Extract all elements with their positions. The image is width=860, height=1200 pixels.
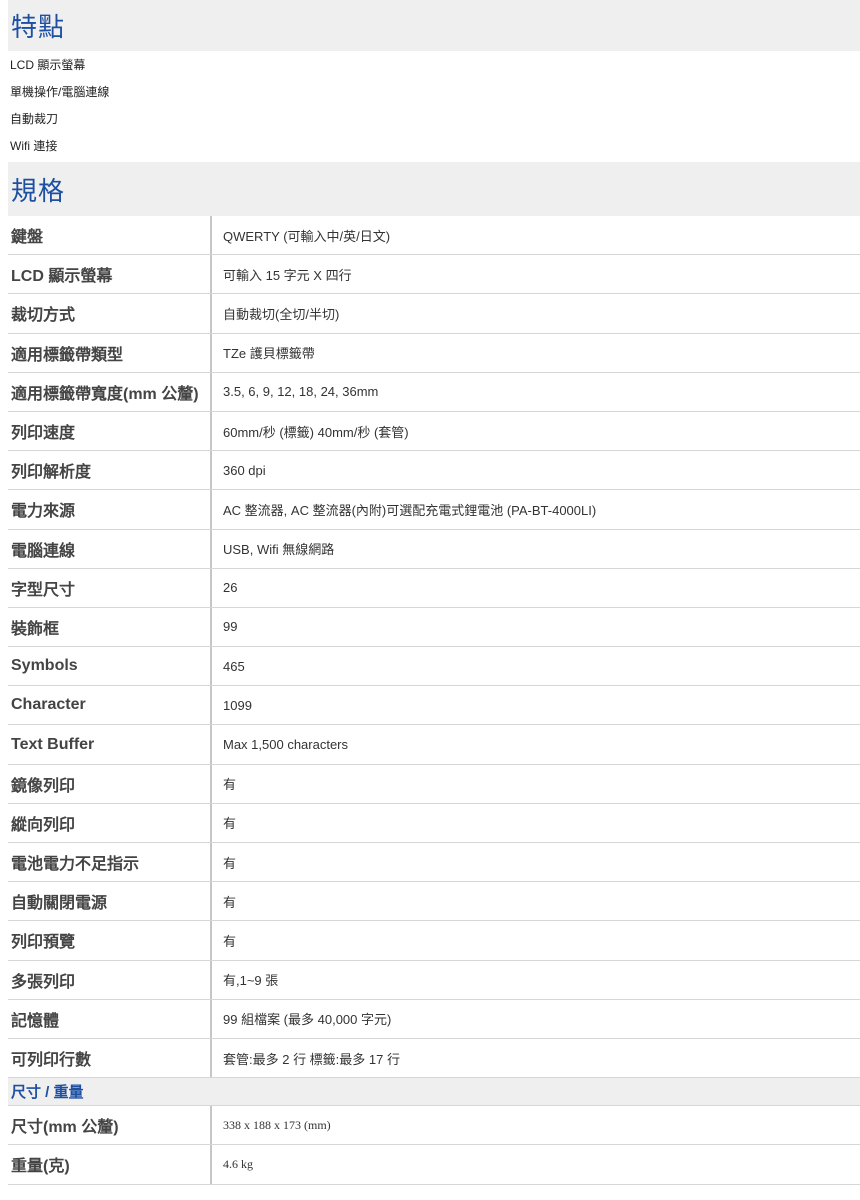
- table-row: 列印預覽有: [8, 921, 860, 961]
- spec-label: 重量(克): [8, 1145, 212, 1184]
- table-row: 裝飾框 99: [8, 607, 860, 648]
- spec-label: 字型尺寸: [8, 568, 212, 607]
- feature-item: 單機操作/電腦連線: [10, 85, 110, 99]
- table-row: 縱向列印有: [8, 803, 860, 843]
- spec-label: Text Buffer: [8, 725, 212, 764]
- spec-label: 鏡像列印: [8, 764, 212, 803]
- spec-value: 99 組檔案 (最多 40,000 字元): [223, 1012, 392, 1028]
- spec-label: 電池電力不足指示: [8, 843, 212, 882]
- spec-label: 列印預覽: [8, 921, 212, 960]
- feature-item: LCD 顯示螢幕: [10, 58, 86, 72]
- dimensions-title: 尺寸 / 重量: [11, 1084, 84, 1102]
- features-title: 特點: [11, 12, 66, 42]
- spec-label: 電力來源: [8, 490, 212, 529]
- table-row: 裁切方式 自動裁切(全切/半切): [8, 294, 860, 334]
- table-row: 重量(克) 4.6 kg: [8, 1145, 860, 1185]
- spec-value: 360 dpi: [223, 462, 266, 478]
- spec-label: Symbols: [8, 647, 212, 686]
- table-row: 列印解析度 360 dpi: [8, 451, 860, 491]
- table-row: 鍵盤 QWERTY (可輸入中/英/日文): [8, 216, 860, 256]
- spec-value: 自動裁切(全切/半切): [223, 306, 340, 322]
- table-row: 電力來源 AC 整流器, AC 整流器(內附)可選配充電式鋰電池 (PA-BT-4…: [8, 490, 860, 530]
- table-row: 電池電力不足指示有: [8, 843, 860, 883]
- specs-header: 規格: [8, 162, 860, 216]
- table-row: 適用標籤帶寬度(mm 公釐) 3.5, 6, 9, 12, 18, 24, 36m…: [8, 372, 860, 412]
- spec-page: 特點 LCD 顯示螢幕 單機操作/電腦連線 自動裁刀 Wifi 連接 規格 鍵盤…: [8, 0, 860, 1185]
- spec-value: 26: [223, 580, 238, 596]
- feature-item: 自動裁刀: [10, 112, 59, 126]
- spec-label: LCD 顯示螢幕: [8, 255, 212, 294]
- spec-value: 有: [223, 933, 237, 949]
- spec-value: 有: [223, 816, 237, 832]
- table-row: 記憶體 99 組檔案 (最多 40,000 字元): [8, 999, 860, 1039]
- spec-value: USB, Wifi 無線網路: [223, 542, 335, 558]
- spec-value: 有,1~9 張: [223, 973, 279, 989]
- table-row: Character 1099: [8, 686, 860, 726]
- spec-value: 338 x 188 x 173 (mm): [223, 1117, 331, 1132]
- spec-label: 記憶體: [8, 999, 212, 1038]
- specs-table: 鍵盤 QWERTY (可輸入中/英/日文) LCD 顯示螢幕 可輸入 15 字元 X…: [8, 216, 860, 1079]
- spec-label: 可列印行數: [8, 1038, 212, 1078]
- spec-value: 4.6 kg: [223, 1156, 253, 1171]
- table-row: Text Buffer Max 1,500 characters: [8, 725, 860, 765]
- spec-value: TZe 護貝標籤帶: [223, 346, 315, 362]
- spec-value: 有: [223, 777, 237, 793]
- spec-label: 電腦連線: [8, 529, 212, 568]
- specs-title: 規格: [11, 175, 66, 206]
- table-row: 字型尺寸 26: [8, 568, 860, 608]
- spec-label: 適用標籤帶類型: [8, 333, 212, 372]
- spec-value: QWERTY (可輸入中/英/日文): [223, 228, 391, 244]
- dimensions-header: 尺寸 / 重量: [8, 1078, 860, 1107]
- table-row: LCD 顯示螢幕 可輸入 15 字元 X 四行: [8, 255, 860, 295]
- spec-value: 3.5, 6, 9, 12, 18, 24, 36mm: [223, 384, 379, 400]
- spec-value: 可輸入 15 字元 X 四行: [223, 267, 352, 283]
- table-row: 適用標籤帶類型 TZe 護貝標籤帶: [8, 333, 860, 373]
- spec-label: Character: [8, 686, 212, 725]
- spec-label: 列印解析度: [8, 451, 212, 490]
- spec-value: 99: [223, 619, 238, 635]
- table-row: 列印速度 60mm/秒 (標籤) 40mm/秒 (套管): [8, 411, 860, 452]
- spec-value: AC 整流器, AC 整流器(內附)可選配充電式鋰電池 (PA-BT-4000L…: [223, 502, 597, 518]
- spec-value: 套管:最多 2 行 標籤:最多 17 行: [223, 1051, 400, 1067]
- spec-label: 適用標籤帶寬度(mm 公釐): [8, 372, 212, 411]
- dimensions-table: 尺寸(mm 公釐) 338 x 188 x 173 (mm) 重量(克) 4.6 k…: [8, 1106, 860, 1185]
- table-row: 尺寸(mm 公釐) 338 x 188 x 173 (mm): [8, 1106, 860, 1146]
- spec-label: 鍵盤: [8, 216, 212, 255]
- spec-value: 465: [223, 658, 245, 674]
- spec-value: 60mm/秒 (標籤) 40mm/秒 (套管): [223, 424, 409, 440]
- spec-label: 列印速度: [8, 411, 212, 451]
- spec-value: 1099: [223, 697, 252, 713]
- feature-item: Wifi 連接: [10, 139, 58, 153]
- table-row: 多張列印 有,1~9 張: [8, 960, 860, 1000]
- table-row: 電腦連線 USB, Wifi 無線網路: [8, 529, 860, 569]
- spec-value: 有: [223, 855, 237, 871]
- table-row: Symbols 465: [8, 647, 860, 687]
- features-header: 特點: [8, 0, 860, 51]
- spec-label: 尺寸(mm 公釐): [8, 1106, 212, 1145]
- table-row: 可列印行數 套管:最多 2 行 標籤:最多 17 行: [8, 1038, 860, 1079]
- spec-label: 多張列印: [8, 960, 212, 999]
- spec-label: 縱向列印: [8, 803, 212, 842]
- features-list: LCD 顯示螢幕 單機操作/電腦連線 自動裁刀 Wifi 連接: [8, 51, 860, 162]
- table-row: 自動關閉電源有: [8, 882, 860, 922]
- spec-label: 裝飾框: [8, 607, 212, 647]
- spec-value: Max 1,500 characters: [223, 737, 349, 753]
- spec-label: 自動關閉電源: [8, 882, 212, 921]
- spec-label: 裁切方式: [8, 294, 212, 333]
- spec-value: 有: [223, 894, 237, 910]
- table-row: 鏡像列印有: [8, 764, 860, 804]
